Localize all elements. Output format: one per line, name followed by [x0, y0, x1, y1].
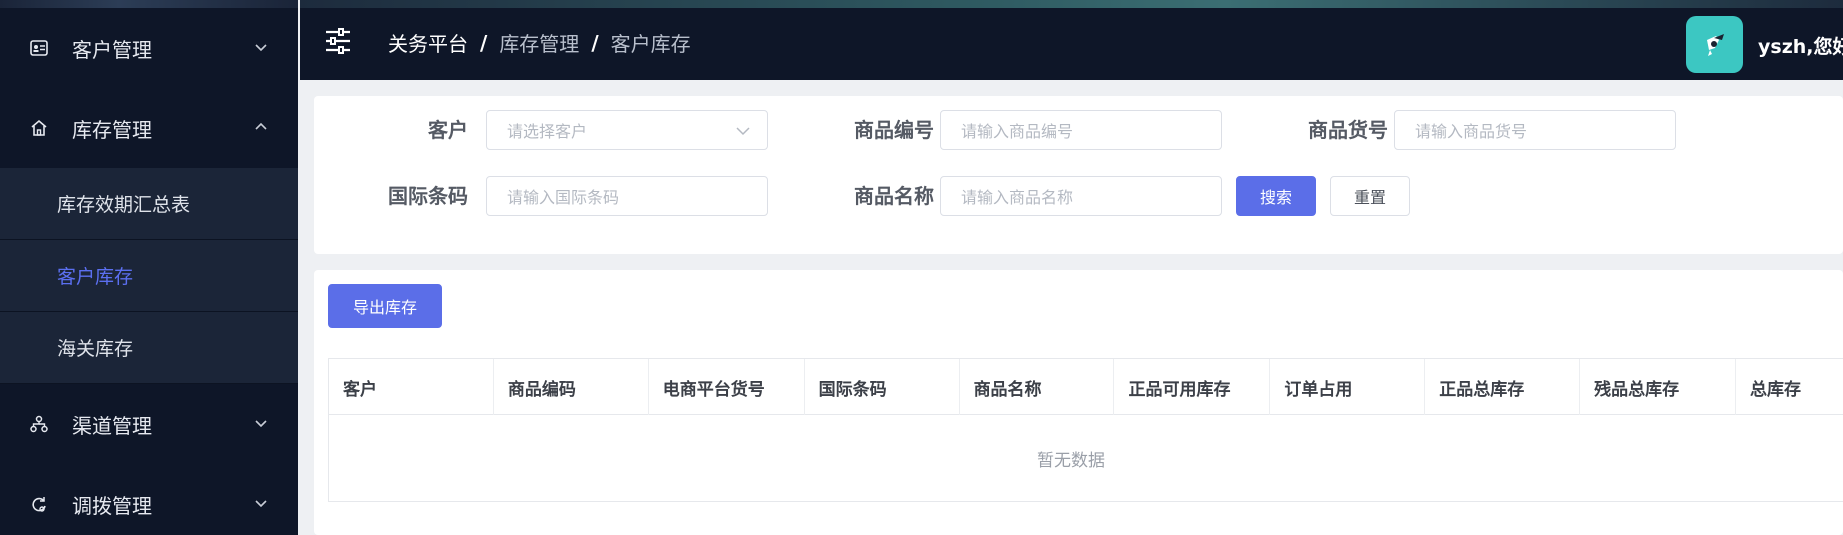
- inventory-submenu: 库存效期汇总表 客户库存 海关库存: [0, 168, 298, 384]
- breadcrumb-separator: /: [480, 30, 488, 55]
- column-header-product-name[interactable]: 商品名称: [960, 359, 1115, 415]
- column-header-product-code[interactable]: 商品编码: [494, 359, 649, 415]
- sidebar-group-customer-management[interactable]: 客户管理: [0, 8, 298, 88]
- inventory-table: 客户 商品编码 电商平台货号 国际条码 商品名称 正品可用库存 订单占用 正品总…: [328, 358, 1843, 502]
- header-top-strip: [300, 0, 1843, 8]
- top-header: 关务平台 / 库存管理 / 客户库存 yszh,您好: [300, 0, 1843, 80]
- column-header-customer[interactable]: 客户: [329, 359, 494, 415]
- breadcrumb-item-current: 客户库存: [610, 32, 691, 56]
- product-name-input[interactable]: 请输入商品名称: [940, 176, 1222, 216]
- menu-toggle-icon[interactable]: [324, 27, 352, 55]
- barcode-input[interactable]: 请输入国际条码: [486, 176, 768, 216]
- product-sku-input[interactable]: 请输入商品货号: [1394, 110, 1676, 150]
- empty-text: 暂无数据: [1037, 450, 1105, 471]
- transfer-icon: [28, 493, 50, 515]
- sidebar-group-label: 调拨管理: [72, 493, 152, 518]
- export-inventory-button[interactable]: 导出库存: [328, 284, 442, 328]
- customer-select[interactable]: 请选择客户: [486, 110, 768, 150]
- sidebar-group-transfer-management[interactable]: 调拨管理: [0, 464, 298, 535]
- chevron-down-icon: [255, 420, 267, 428]
- sidebar-item-inventory-expiry-summary[interactable]: 库存效期汇总表: [0, 168, 298, 240]
- customer-select-placeholder: 请选择客户: [507, 122, 588, 141]
- column-header-barcode[interactable]: 国际条码: [805, 359, 960, 415]
- product-name-label: 商品名称: [854, 184, 934, 208]
- barcode-label: 国际条码: [388, 184, 468, 208]
- column-header-genuine-total[interactable]: 正品总库存: [1425, 359, 1581, 415]
- avatar[interactable]: [1686, 16, 1743, 73]
- column-header-available-stock[interactable]: 正品可用库存: [1114, 359, 1271, 415]
- barcode-placeholder: 请输入国际条码: [507, 188, 620, 207]
- customer-label: 客户: [428, 118, 468, 142]
- product-sku-placeholder: 请输入商品货号: [1415, 122, 1528, 141]
- hierarchy-icon: [28, 413, 50, 435]
- product-code-label: 商品编号: [854, 118, 934, 142]
- column-header-total-stock[interactable]: 总库存: [1736, 359, 1843, 415]
- sidebar-group-label: 库存管理: [72, 117, 152, 142]
- product-sku-label: 商品货号: [1308, 118, 1388, 142]
- breadcrumb-item[interactable]: 关务平台: [388, 28, 468, 57]
- sidebar-group-channel-management[interactable]: 渠道管理: [0, 384, 298, 464]
- username-greeting[interactable]: yszh,您好: [1758, 32, 1843, 59]
- sidebar: 客户管理 库存管理 库存效期汇总表 客户库存 海关库存 渠道管理 调拨管理: [0, 0, 298, 535]
- chevron-down-icon: [736, 127, 750, 136]
- id-card-icon: [28, 37, 50, 59]
- table-header-row: 客户 商品编码 电商平台货号 国际条码 商品名称 正品可用库存 订单占用 正品总…: [329, 359, 1843, 415]
- breadcrumb-separator: /: [591, 30, 599, 55]
- table-empty-state: 暂无数据: [329, 415, 1843, 501]
- avatar-illustration-icon: [1706, 33, 1724, 56]
- sidebar-item-customs-inventory[interactable]: 海关库存: [0, 312, 298, 384]
- chevron-down-icon: [255, 500, 267, 508]
- product-name-placeholder: 请输入商品名称: [961, 188, 1074, 207]
- chevron-down-icon: [255, 44, 267, 52]
- search-button[interactable]: 搜索: [1236, 176, 1316, 216]
- reset-button[interactable]: 重置: [1330, 176, 1410, 216]
- inventory-table-panel: 导出库存 客户 商品编码 电商平台货号 国际条码 商品名称 正品可用库存 订单占…: [314, 270, 1843, 535]
- sidebar-item-customer-inventory[interactable]: 客户库存: [0, 240, 298, 312]
- sidebar-top-strip: [0, 0, 298, 8]
- chevron-up-icon: [255, 122, 267, 130]
- column-header-order-reserved[interactable]: 订单占用: [1270, 359, 1426, 415]
- sidebar-group-label: 客户管理: [72, 37, 152, 62]
- search-panel: 客户 请选择客户 商品编号 请输入商品编号 商品货号 请输入商品货号 国际条码 …: [314, 96, 1843, 254]
- column-header-defective-total[interactable]: 残品总库存: [1580, 359, 1737, 415]
- column-header-platform-sku[interactable]: 电商平台货号: [649, 359, 805, 415]
- home-icon: [28, 117, 50, 139]
- sidebar-group-inventory-management[interactable]: 库存管理: [0, 88, 298, 168]
- product-code-input[interactable]: 请输入商品编号: [940, 110, 1222, 150]
- sidebar-group-label: 渠道管理: [72, 413, 152, 438]
- breadcrumb: 关务平台 / 库存管理 / 客户库存: [388, 28, 691, 57]
- breadcrumb-item[interactable]: 库存管理: [499, 28, 579, 57]
- product-code-placeholder: 请输入商品编号: [961, 122, 1074, 141]
